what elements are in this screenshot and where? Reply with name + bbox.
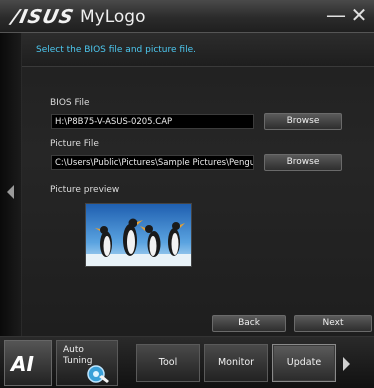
ai-suite-home-button[interactable]: AI [4, 340, 52, 386]
window-title: MyLogo [80, 7, 146, 27]
picture-browse-button[interactable]: Browse [264, 154, 342, 171]
penguins-image [86, 204, 191, 266]
picture-preview-label: Picture preview [50, 185, 120, 195]
picture-file-label: Picture File [50, 139, 99, 149]
main-content: Select the BIOS file and picture file. B… [22, 33, 374, 336]
close-button[interactable]: ✕ [350, 3, 368, 27]
tab-monitor[interactable]: Monitor [204, 344, 268, 382]
chevron-right-icon[interactable] [343, 357, 350, 371]
bios-file-label: BIOS File [50, 98, 90, 108]
instruction-text: Select the BIOS file and picture file. [36, 45, 196, 55]
chevron-left-icon[interactable] [7, 185, 14, 199]
bottom-nav-bar: AI Auto Tuning Tool Monitor Update [0, 336, 374, 388]
picture-preview-image [85, 203, 192, 267]
back-button[interactable]: Back [212, 315, 286, 332]
tuning-dial-icon [87, 365, 109, 383]
instruction-bar: Select the BIOS file and picture file. [22, 33, 374, 67]
next-button[interactable]: Next [294, 315, 372, 332]
picture-file-path[interactable]: C:\Users\Public\Pictures\Sample Pictures… [51, 155, 254, 170]
bios-browse-button[interactable]: Browse [264, 113, 342, 130]
tab-tool[interactable]: Tool [136, 344, 200, 382]
auto-tuning-button[interactable]: Auto Tuning [56, 340, 118, 386]
side-rail [0, 33, 22, 336]
minimize-button[interactable]: — [326, 3, 346, 27]
title-bar: /ISUS MyLogo — ✕ [0, 0, 374, 33]
ai-logo: AI [11, 352, 34, 376]
asus-logo: /ISUS [9, 6, 77, 28]
bios-file-path[interactable]: H:\P8B75-V-ASUS-0205.CAP [51, 114, 254, 129]
tab-update[interactable]: Update [272, 344, 336, 382]
